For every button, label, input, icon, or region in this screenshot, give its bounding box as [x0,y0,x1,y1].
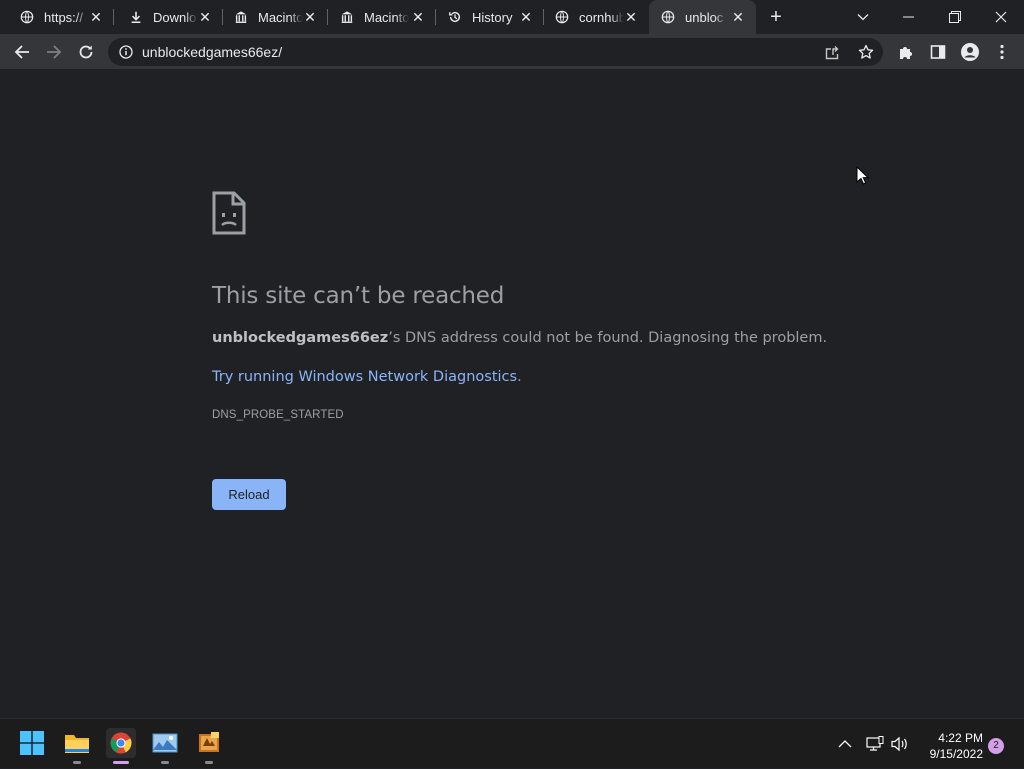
running-indicator [73,761,81,764]
taskbar-clock[interactable]: 4:22 PM 9/15/2022 [915,730,983,762]
taskbar-chrome[interactable] [106,728,136,764]
chevron-up-icon [838,740,852,748]
error-suggestion: Try running Windows Network Diagnostics. [212,369,522,385]
tab-6[interactable]: cornhub ✕ [535,0,649,34]
error-code: DNS_PROBE_STARTED [212,409,344,421]
history-icon [449,11,461,23]
app-icon [199,732,219,752]
tab-2-close-icon[interactable]: ✕ [197,9,213,25]
reload-button[interactable]: Reload [212,479,286,510]
menu-button[interactable] [990,40,1014,64]
download-icon [131,11,141,24]
globe-icon [20,10,34,24]
globe-icon [555,10,569,24]
bookmark-star-icon[interactable] [858,44,874,60]
tab-2-label: Downlo [153,9,197,25]
close-icon [995,11,1007,23]
tab-5-close-icon[interactable]: ✕ [518,9,534,25]
taskbar: 4:22 PM 9/15/2022 2 [0,718,1024,768]
puzzle-icon [900,47,912,59]
tab-4[interactable]: Macinto ✕ [320,0,436,34]
tab-3[interactable]: Macinto ✕ [214,0,328,34]
minimize-icon [903,16,914,18]
browser-toolbar: unblockedgames66ez/ [0,34,1024,70]
info-icon[interactable] [119,45,133,59]
tab-6-label: cornhub [579,9,624,25]
tab-6-close-icon[interactable]: ✕ [623,9,639,25]
side-panel-icon [930,45,946,59]
forward-button[interactable] [42,40,66,64]
arrow-right-icon [47,45,62,59]
side-panel-button[interactable] [926,40,950,64]
suggestion-tail: . [517,369,522,385]
tab-5[interactable]: History ✕ [428,0,544,34]
taskbar-app[interactable] [194,728,224,764]
tab-3-close-icon[interactable]: ✕ [302,9,318,25]
taskbar-file-explorer[interactable] [62,728,92,764]
address-bar-url[interactable]: unblockedgames66ez/ [142,44,282,60]
tab-search-button[interactable] [840,0,886,34]
reload-toolbar-button[interactable] [74,40,98,64]
minimize-button[interactable] [886,0,932,34]
globe-icon [661,10,675,24]
network-icon [866,736,884,751]
tab-2[interactable]: Downlo ✕ [109,0,223,34]
photos-icon [152,733,178,753]
kebab-menu-icon [1000,44,1004,60]
tab-7-label: unbloc [685,9,724,25]
windows-start-icon [20,731,44,755]
tray-overflow-button[interactable] [838,719,852,769]
close-window-button[interactable] [978,0,1024,34]
restore-button[interactable] [932,0,978,34]
volume-icon [891,736,907,752]
back-button[interactable] [10,40,34,64]
notification-badge[interactable]: 2 [988,738,1004,754]
chevron-down-icon [857,14,869,21]
tab-1[interactable]: https:// ✕ [0,0,114,34]
error-host: unblockedgames66ez [212,330,389,346]
profile-button[interactable] [958,40,982,64]
tab-7-active[interactable]: unbloc ✕ [649,0,756,34]
extensions-button[interactable] [894,40,918,64]
error-headline: This site can’t be reached [212,283,505,309]
clock-date: 9/15/2022 [929,747,983,761]
page-content: This site can’t be reached unblockedgame… [0,71,1024,718]
bank-icon [341,11,353,23]
tab-strip: https:// ✕ Downlo ✕ Macinto ✕ Macinto ✕ … [0,0,1024,34]
new-tab-button[interactable]: + [766,7,786,27]
file-explorer-icon [65,735,89,753]
tab-4-close-icon[interactable]: ✕ [410,9,426,25]
tab-3-label: Macinto [258,9,303,25]
taskbar-photos[interactable] [150,728,180,764]
error-description: unblockedgames66ez’s DNS address could n… [212,330,827,346]
address-bar[interactable]: unblockedgames66ez/ [108,38,883,66]
running-indicator [113,761,129,764]
arrow-left-icon [14,45,29,59]
share-icon[interactable] [825,45,841,60]
tab-1-label: https:// [44,9,84,25]
tab-4-label: Macinto [364,9,409,25]
network-tray-button[interactable] [866,719,884,769]
refresh-icon [79,45,93,59]
chrome-icon [110,732,132,754]
error-description-text: ’s DNS address could not be found. Diagn… [388,330,828,346]
avatar-icon [961,43,979,61]
network-diagnostics-link[interactable]: Try running Windows Network Diagnostics [212,369,517,385]
bank-icon [235,11,247,23]
volume-tray-button[interactable] [891,719,909,769]
restore-icon [949,11,961,23]
sad-page-icon [212,191,246,235]
tab-7-close-icon[interactable]: ✕ [730,9,746,25]
running-indicator [161,761,169,764]
mouse-cursor-icon [856,166,870,185]
start-button[interactable] [17,728,47,758]
clock-time: 4:22 PM [938,731,983,745]
running-indicator [205,761,213,764]
tab-1-close-icon[interactable]: ✕ [88,9,104,25]
